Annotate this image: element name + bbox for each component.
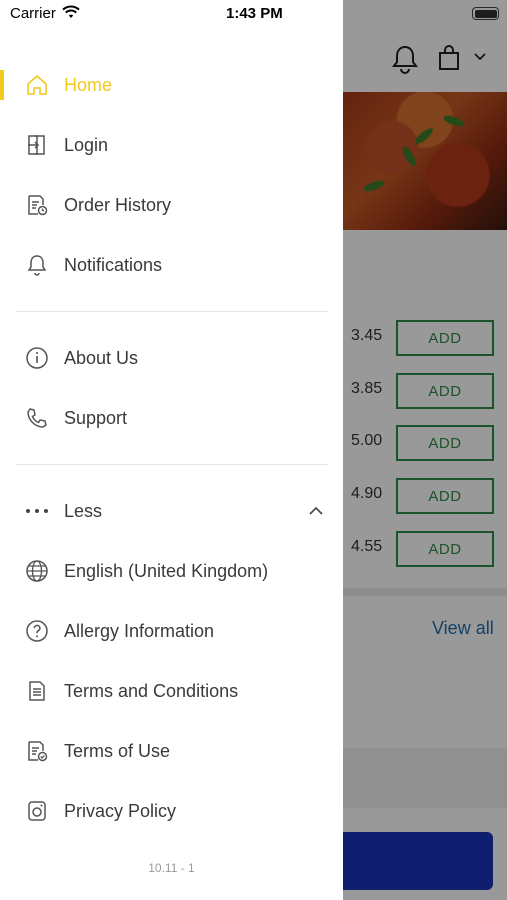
menu-item-allergy-information[interactable]: Allergy Information — [0, 607, 343, 655]
login-icon — [24, 132, 50, 158]
menu-item-label: Support — [64, 407, 128, 428]
menu-divider — [16, 464, 328, 465]
question-circle-icon — [24, 618, 50, 644]
home-icon — [24, 72, 50, 98]
menu-divider — [16, 311, 328, 312]
menu-item-label: English (United Kingdom) — [64, 560, 269, 581]
menu-item-label: Terms and Conditions — [64, 680, 239, 701]
menu-item-label: Login — [64, 134, 109, 155]
document-icon — [24, 678, 50, 704]
menu-item-label: About Us — [64, 347, 139, 368]
menu-item-terms-and-conditions[interactable]: Terms and Conditions — [0, 667, 343, 715]
menu-item-login[interactable]: Login — [0, 121, 343, 169]
menu-item-about-us[interactable]: About Us — [0, 334, 343, 382]
menu-item-label: Order History — [64, 194, 172, 215]
menu-item-terms-of-use[interactable]: Terms of Use — [0, 727, 343, 775]
status-time: 1:43 PM — [226, 5, 283, 22]
bell-icon — [24, 252, 50, 278]
menu-item-label: Less — [64, 500, 103, 521]
globe-icon — [24, 558, 50, 584]
menu-item-home[interactable]: Home — [0, 61, 343, 109]
menu-toggle-less[interactable]: Less — [0, 487, 343, 535]
menu-item-notifications[interactable]: Notifications — [0, 241, 343, 289]
menu-item-order-history[interactable]: Order History — [0, 181, 343, 229]
menu-item-label: Notifications — [64, 254, 163, 275]
wifi-icon — [62, 5, 80, 19]
more-dots-icon — [24, 498, 50, 524]
menu-item-privacy-policy[interactable]: Privacy Policy — [0, 787, 343, 835]
phone-icon — [24, 405, 50, 431]
carrier-label: Carrier — [10, 5, 56, 22]
drawer-scrim[interactable] — [343, 0, 507, 900]
menu-item-label: Allergy Information — [64, 620, 215, 641]
privacy-icon — [24, 798, 50, 824]
status-bar: Carrier 1:43 PM — [0, 0, 343, 28]
info-icon — [24, 345, 50, 371]
chevron-up-icon — [308, 506, 324, 516]
menu-item-label: Privacy Policy — [64, 800, 177, 821]
menu-item-language[interactable]: English (United Kingdom) — [0, 547, 343, 595]
receipt-clock-icon — [24, 192, 50, 218]
app-version: 10.11 - 1 — [148, 861, 195, 875]
side-menu-drawer: Carrier 1:43 PM Home Login Order History… — [0, 0, 343, 900]
menu-item-support[interactable]: Support — [0, 394, 343, 442]
document-check-icon — [24, 738, 50, 764]
menu-item-label: Home — [64, 74, 113, 95]
menu-item-label: Terms of Use — [64, 740, 171, 761]
